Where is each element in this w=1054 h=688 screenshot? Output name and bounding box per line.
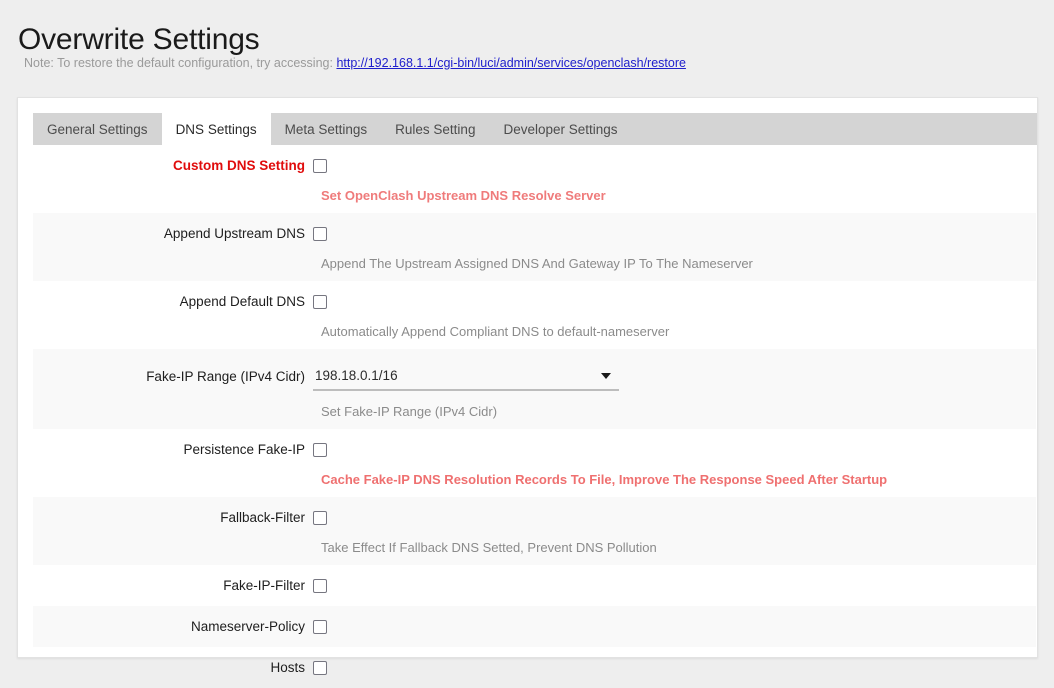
form-row: Custom DNS Setting Set OpenClash Upstream… — [33, 145, 1036, 213]
checkbox-fake-ip-filter[interactable] — [313, 578, 327, 593]
field-label: Append Default DNS — [179, 293, 305, 309]
fake-ip-range-select[interactable]: 198.18.0.1/16 — [313, 363, 619, 391]
field-label: Persistence Fake-IP — [183, 441, 305, 457]
field-description: Cache Fake-IP DNS Resolution Records To … — [321, 472, 888, 487]
field-description: Append The Upstream Assigned DNS And Gat… — [321, 256, 753, 271]
form-row: Append Upstream DNS Append The Upstream A… — [33, 213, 1036, 281]
settings-form: Custom DNS Setting Set OpenClash Upstream… — [33, 145, 1036, 675]
field-description: Automatically Append Compliant DNS to de… — [321, 324, 670, 339]
form-row: Fake-IP Range (IPv4 Cidr) 198.18.0.1/16 Se… — [33, 349, 1036, 429]
field-label: Nameserver-Policy — [190, 618, 305, 634]
checkbox-append-upstream-dns[interactable] — [313, 226, 327, 241]
page-title: Overwrite Settings — [18, 23, 260, 57]
settings-card: General Settings DNS Settings Meta Setting… — [17, 97, 1038, 675]
tab-dns-settings[interactable]: DNS Settings — [161, 113, 271, 145]
tab-bar: General Settings DNS Settings Meta Setting… — [33, 113, 1037, 145]
field-label: Fake-IP Range (IPv4 Cidr) — [146, 369, 305, 384]
row-spacer — [33, 599, 1036, 606]
checkbox-fallback-filter[interactable] — [313, 510, 327, 525]
restore-note-text: Note: To restore the default configurati… — [24, 56, 337, 70]
checkbox-persistence-fake-ip[interactable] — [313, 442, 327, 457]
form-row: Fake-IP-Filter — [33, 565, 1036, 606]
tab-general-settings[interactable]: General Settings — [33, 113, 162, 145]
form-row: Nameserver-Policy — [33, 606, 1036, 647]
tab-developer-settings[interactable]: Developer Settings — [489, 113, 632, 145]
restore-link[interactable]: http://192.168.1.1/cgi-bin/luci/admin/se… — [336, 56, 686, 70]
select-value: 198.18.0.1/16 — [315, 368, 398, 383]
restore-note: Note: To restore the default configurati… — [24, 55, 686, 71]
field-label: Fake-IP-Filter — [223, 577, 305, 593]
row-spacer — [33, 640, 1036, 647]
form-row: Persistence Fake-IP Cache Fake-IP DNS Res… — [33, 429, 1036, 497]
field-description: Take Effect If Fallback DNS Setted, Prev… — [321, 540, 657, 555]
tab-rules-setting[interactable]: Rules Setting — [381, 113, 490, 145]
field-description: Set Fake-IP Range (IPv4 Cidr) — [321, 404, 498, 419]
form-row: Append Default DNS Automatically Append C… — [33, 281, 1036, 349]
field-label: Append Upstream DNS — [163, 225, 305, 241]
row-spacer — [33, 681, 1036, 688]
form-row: Hosts — [33, 647, 1036, 688]
checkbox-hosts[interactable] — [313, 660, 327, 675]
field-description: Set OpenClash Upstream DNS Resolve Serve… — [321, 188, 606, 203]
form-row: Fallback-Filter Take Effect If Fallback D… — [33, 497, 1036, 565]
field-label: Custom DNS Setting — [172, 157, 305, 173]
field-label: Hosts — [270, 659, 305, 675]
chevron-down-icon — [601, 373, 611, 379]
checkbox-append-default-dns[interactable] — [313, 294, 327, 309]
checkbox-custom-dns-setting[interactable] — [313, 158, 327, 173]
field-label: Fallback-Filter — [220, 509, 305, 525]
checkbox-nameserver-policy[interactable] — [313, 619, 327, 634]
tab-meta-settings[interactable]: Meta Settings — [270, 113, 382, 145]
